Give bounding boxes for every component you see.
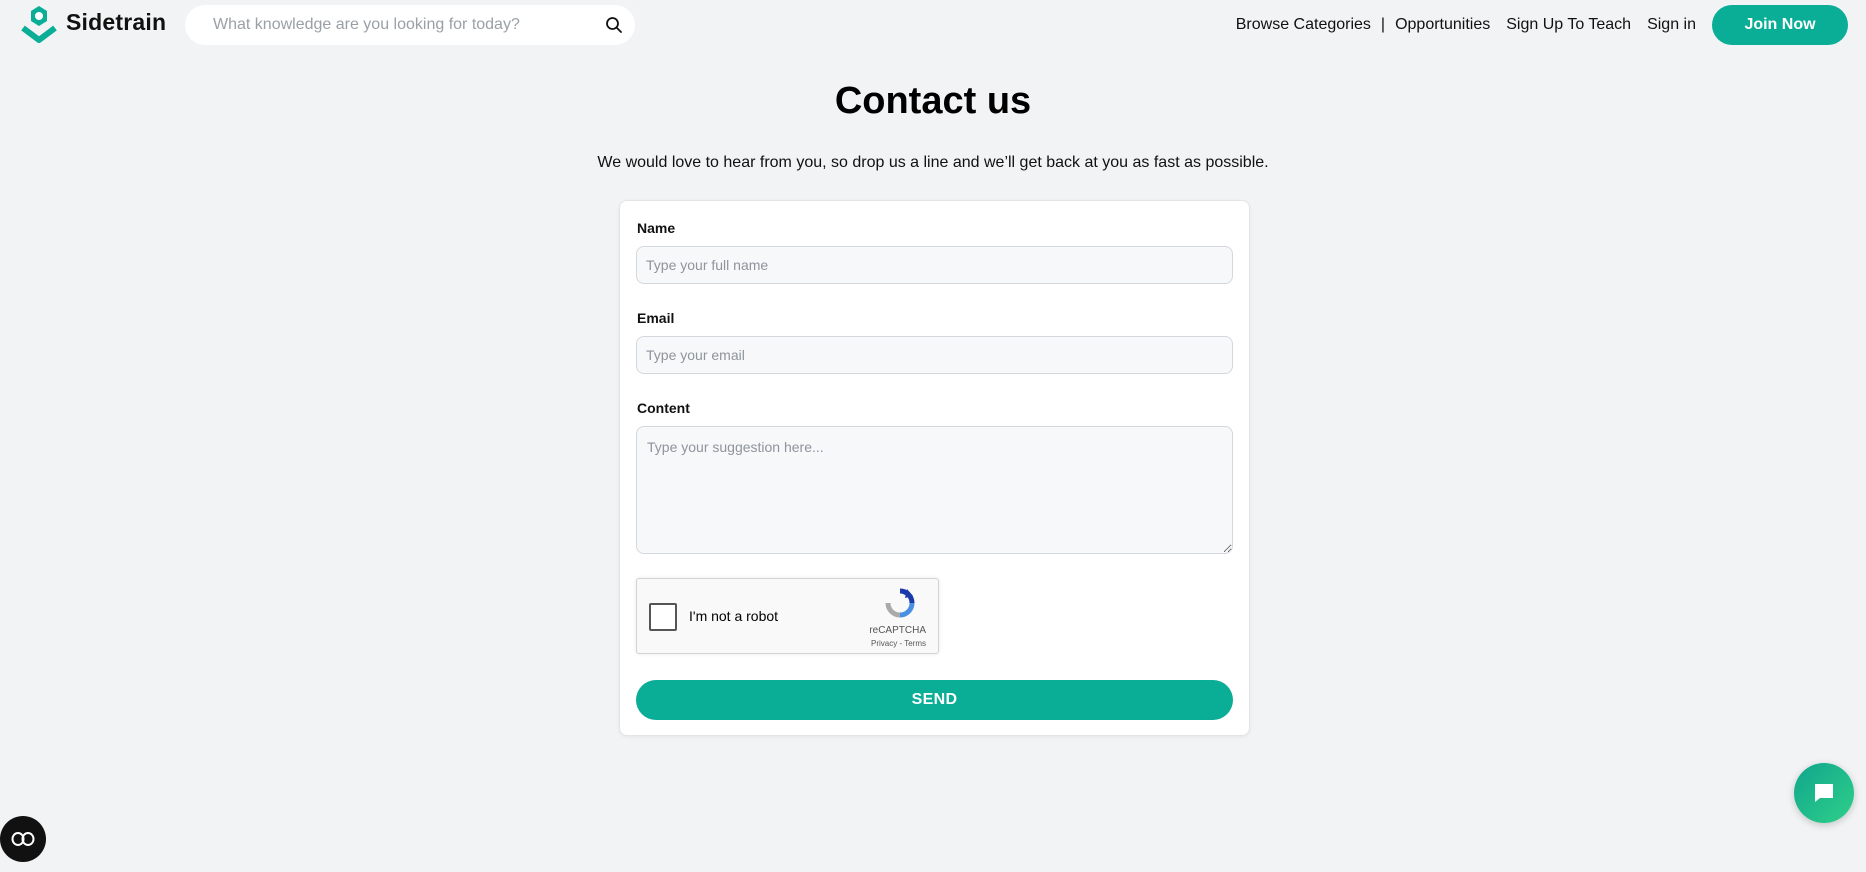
recaptcha-brand: reCAPTCHA [869, 625, 926, 636]
content-label: Content [637, 400, 690, 416]
logo[interactable]: Sidetrain [20, 4, 166, 46]
recaptcha-icon [885, 588, 915, 618]
top-nav: Browse Categories | Opportunities Sign U… [1236, 0, 1866, 50]
brand-name: Sidetrain [66, 8, 167, 35]
accessibility-icon [11, 832, 35, 846]
search-input[interactable] [213, 16, 573, 34]
contact-form: Name Email Content I'm not a robot reCAP… [619, 200, 1250, 736]
recaptcha-label: I'm not a robot [689, 608, 779, 624]
email-field[interactable] [636, 336, 1233, 374]
sidetrain-logo-icon [21, 6, 57, 43]
page-subtitle: We would love to hear from you, so drop … [597, 154, 1269, 171]
send-button[interactable]: SEND [636, 680, 1233, 720]
page-title: Contact us [834, 80, 1032, 122]
nav-sign-up-to-teach[interactable]: Sign Up To Teach [1506, 16, 1631, 34]
join-now-button[interactable]: Join Now [1712, 5, 1848, 45]
recaptcha-links[interactable]: Privacy - Terms [871, 639, 926, 648]
content-textarea[interactable] [636, 426, 1233, 554]
chat-icon [1815, 784, 1833, 802]
nav-opportunities[interactable]: Opportunities [1395, 16, 1490, 34]
email-label: Email [637, 310, 675, 326]
chat-button[interactable] [1794, 763, 1854, 823]
name-label: Name [637, 220, 676, 236]
name-field[interactable] [636, 246, 1233, 284]
nav-separator: | [1380, 16, 1386, 33]
header: Sidetrain Browse Categories | Opportunit… [0, 0, 1866, 50]
nav-sign-in[interactable]: Sign in [1647, 16, 1696, 34]
nav-browse-categories[interactable]: Browse Categories [1236, 16, 1371, 34]
accessibility-button[interactable] [0, 816, 46, 862]
recaptcha-widget: I'm not a robot reCAPTCHA Privacy - Term… [636, 578, 939, 654]
recaptcha-checkbox[interactable] [649, 603, 677, 631]
search-bar [185, 5, 635, 45]
search-icon[interactable] [605, 16, 623, 34]
